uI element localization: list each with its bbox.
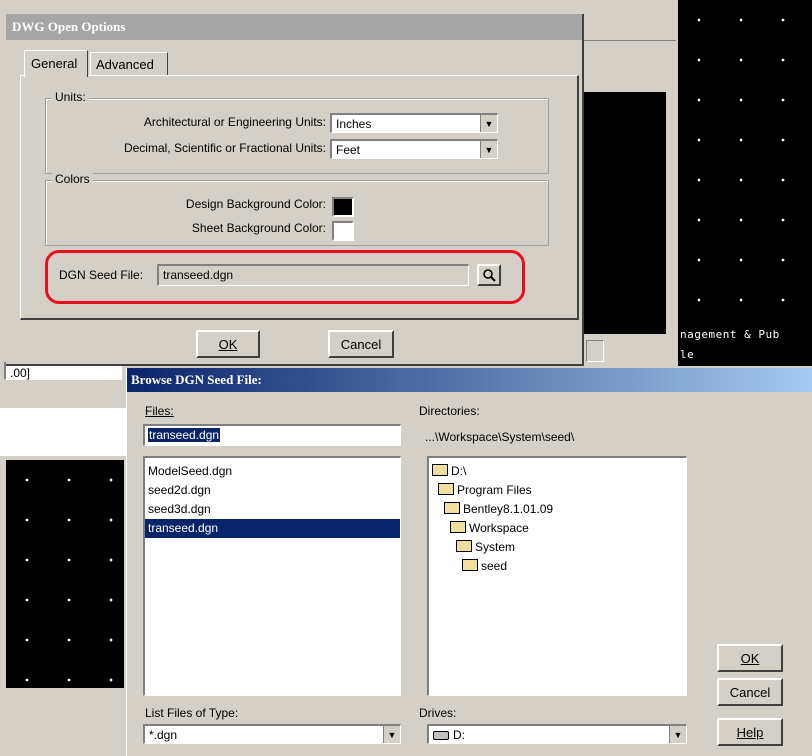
open-folder-icon xyxy=(456,540,472,552)
design-bg-color-swatch[interactable] xyxy=(332,197,354,217)
dwg-ok-label: OK xyxy=(218,336,238,352)
tab-advanced-label: Advanced xyxy=(96,57,154,72)
cad-view-right xyxy=(678,0,812,366)
dwg-cancel-button[interactable]: Cancel xyxy=(328,330,394,358)
file-name-input[interactable]: transeed.dgn xyxy=(143,424,401,446)
dir-item-drive[interactable]: D:\ xyxy=(429,462,686,481)
chevron-down-icon[interactable]: ▼ xyxy=(480,141,497,158)
current-directory: ...\Workspace\System\seed\ xyxy=(425,430,575,444)
dec-units-select[interactable]: Feet ▼ xyxy=(330,139,498,159)
tab-advanced[interactable]: Advanced xyxy=(90,52,168,75)
units-group: Units: Architectural or Engineering Unit… xyxy=(45,90,549,174)
dgn-seed-file-label: DGN Seed File: xyxy=(59,268,144,282)
dwg-ok-button[interactable]: OK xyxy=(196,330,260,358)
browse-help-button[interactable]: Help xyxy=(717,718,783,746)
arch-units-value: Inches xyxy=(336,117,372,131)
dir-item-system[interactable]: System xyxy=(429,538,686,557)
arch-units-label: Architectural or Engineering Units: xyxy=(143,115,326,129)
browse-cancel-button[interactable]: Cancel xyxy=(717,678,783,706)
browse-help-label: Help xyxy=(736,724,764,740)
sheet-bg-color-swatch[interactable] xyxy=(332,221,354,241)
open-folder-icon xyxy=(462,559,478,571)
files-list[interactable]: ModelSeed.dgn seed2d.dgn seed3d.dgn tran… xyxy=(143,456,401,696)
tab-general-label: General xyxy=(31,56,78,71)
search-icon xyxy=(483,269,496,282)
dwg-dialog-titlebar[interactable]: DWG Open Options xyxy=(6,14,582,40)
colors-legend: Colors xyxy=(52,172,93,186)
browse-dialog-title: Browse DGN Seed File: xyxy=(131,372,262,387)
status-line-1: nagement & Pub xyxy=(680,328,780,341)
browse-dialog-titlebar[interactable]: Browse DGN Seed File: xyxy=(127,368,812,392)
cad-view-middle xyxy=(584,92,666,334)
dwg-open-options-dialog: DWG Open Options General Advanced Units:… xyxy=(6,14,584,366)
browse-cancel-label: Cancel xyxy=(729,684,771,700)
open-folder-icon xyxy=(432,464,448,476)
background-panel-divider xyxy=(584,40,676,41)
browse-ok-label: OK xyxy=(740,650,760,666)
colors-group: Colors Design Background Color: Sheet Ba… xyxy=(45,172,549,246)
cad-view-left xyxy=(6,460,124,688)
list-item[interactable]: seed2d.dgn xyxy=(145,481,400,500)
files-label: Files: xyxy=(145,404,174,418)
file-name-value: transeed.dgn xyxy=(148,428,221,442)
drive-icon xyxy=(433,731,449,740)
units-legend: Units: xyxy=(52,90,89,104)
drives-label: Drives: xyxy=(419,706,457,720)
background-white-strip xyxy=(0,408,126,456)
directories-label: Directories: xyxy=(419,404,480,418)
dgn-seed-file-value: transeed.dgn xyxy=(163,268,234,282)
dec-units-label: Decimal, Scientific or Fractional Units: xyxy=(123,141,326,155)
browse-dgn-seed-dialog: Browse DGN Seed File: Files: transeed.dg… xyxy=(126,368,812,756)
list-item[interactable]: ModelSeed.dgn xyxy=(145,462,400,481)
open-folder-icon xyxy=(444,502,460,514)
status-line-2: le xyxy=(680,348,695,361)
dir-item-workspace[interactable]: Workspace xyxy=(429,519,686,538)
background-field xyxy=(586,340,604,362)
open-folder-icon xyxy=(450,521,466,533)
list-item-selected[interactable]: transeed.dgn xyxy=(145,519,400,538)
general-tab-panel: Units: Architectural or Engineering Unit… xyxy=(20,75,579,320)
list-type-label: List Files of Type: xyxy=(145,706,239,720)
browse-ok-button[interactable]: OK xyxy=(717,644,783,672)
dir-item-seed[interactable]: seed xyxy=(429,557,686,576)
list-type-select[interactable]: *.dgn ▼ xyxy=(143,724,401,744)
directories-tree[interactable]: D:\ Program Files Bentley8.1.01.09 Works… xyxy=(427,456,687,696)
list-type-value: *.dgn xyxy=(149,728,178,742)
tab-general[interactable]: General xyxy=(24,50,88,77)
dec-units-value: Feet xyxy=(336,143,361,157)
list-item[interactable]: seed3d.dgn xyxy=(145,500,400,519)
dir-item-program-files[interactable]: Program Files xyxy=(429,481,686,500)
dwg-cancel-label: Cancel xyxy=(340,336,382,352)
dgn-seed-file-input[interactable]: transeed.dgn xyxy=(157,264,469,286)
arch-units-select[interactable]: Inches ▼ xyxy=(330,113,498,133)
chevron-down-icon[interactable]: ▼ xyxy=(480,115,497,132)
chevron-down-icon[interactable]: ▼ xyxy=(669,726,686,743)
open-folder-icon xyxy=(438,483,454,495)
design-bg-color-label: Design Background Color: xyxy=(185,197,326,211)
cad-view-right-status: nagement & Pub le xyxy=(678,318,812,366)
chevron-down-icon[interactable]: ▼ xyxy=(383,726,400,743)
browse-seed-button[interactable] xyxy=(477,264,501,286)
dir-item-bentley[interactable]: Bentley8.1.01.09 xyxy=(429,500,686,519)
sheet-bg-color-label: Sheet Background Color: xyxy=(191,221,326,235)
drive-value: D: xyxy=(453,728,465,742)
drives-select[interactable]: D: ▼ xyxy=(427,724,687,744)
dwg-dialog-title: DWG Open Options xyxy=(12,19,126,34)
